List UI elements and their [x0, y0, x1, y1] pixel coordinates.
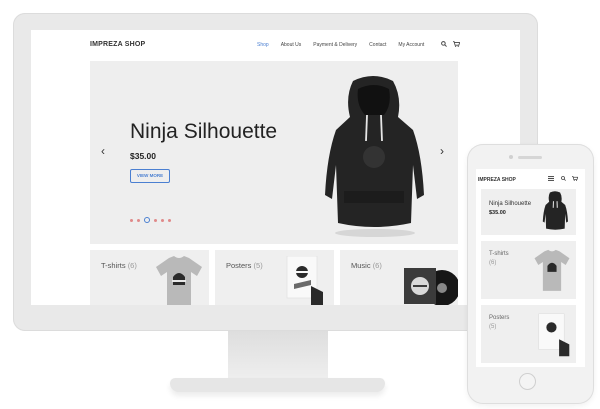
- menu-icon[interactable]: [548, 176, 554, 183]
- category-name: Music: [351, 261, 371, 270]
- nav-item-shop[interactable]: Shop: [257, 42, 269, 48]
- search-icon[interactable]: [561, 176, 566, 183]
- monitor-base: [170, 378, 385, 392]
- mobile-category-tshirts[interactable]: T-shirts (6): [481, 241, 576, 299]
- category-name: Posters: [489, 315, 510, 321]
- category-tile-tshirts[interactable]: T-shirts (6): [90, 250, 209, 305]
- nav-item-my-account[interactable]: My Account: [398, 42, 424, 48]
- phone-speaker: [518, 156, 542, 159]
- slider-dot[interactable]: [161, 218, 164, 222]
- search-icon[interactable]: [441, 41, 447, 49]
- view-more-button[interactable]: VIEW MORE: [130, 169, 170, 183]
- category-name: Posters: [226, 261, 252, 270]
- category-name: T-shirts: [489, 251, 509, 257]
- slider-dot[interactable]: [168, 218, 171, 222]
- site-logo[interactable]: IMPREZA SHOP: [90, 41, 145, 48]
- category-count: (6): [127, 261, 137, 270]
- phone-home-button[interactable]: [519, 373, 536, 390]
- nav-item-contact[interactable]: Contact: [369, 42, 386, 48]
- hoodie-product-image: [325, 76, 424, 237]
- cart-icon[interactable]: [572, 176, 579, 183]
- nav-item-about-us[interactable]: About Us: [281, 42, 302, 48]
- hoodie-thumbnail: [542, 191, 568, 230]
- nav-item-payment-delivery[interactable]: Payment & Delivery: [313, 42, 357, 48]
- category-label: Posters (5): [226, 261, 263, 270]
- desktop-screen: IMPREZA SHOP Shop About Us Payment & Del…: [31, 30, 520, 305]
- poster-image: [286, 256, 323, 305]
- hero-title: Ninja Silhouette: [130, 120, 278, 143]
- category-tile-music[interactable]: Music (6): [340, 250, 458, 305]
- category-label: T-shirts (6): [101, 261, 137, 270]
- mobile-product-card[interactable]: Ninja Silhouette $35.00: [481, 189, 576, 235]
- phone-camera: [509, 155, 513, 159]
- cart-icon[interactable]: [453, 41, 461, 49]
- slider-dot[interactable]: [154, 218, 157, 222]
- slider-next-arrow[interactable]: ›: [440, 145, 444, 157]
- category-count: (6): [489, 260, 497, 266]
- poster-thumbnail: [538, 313, 570, 357]
- slider-dot-active[interactable]: [144, 217, 150, 223]
- mobile-category-posters[interactable]: Posters (5): [481, 305, 576, 363]
- main-nav: Shop About Us Payment & Delivery Contact…: [257, 42, 436, 48]
- category-count: (5): [253, 261, 263, 270]
- slider-dots: [130, 217, 171, 223]
- hero-price: $35.00: [130, 151, 156, 161]
- product-title: Ninja Silhouette: [489, 201, 532, 207]
- product-price: $35.00: [489, 210, 506, 216]
- tshirt-image: [156, 256, 202, 305]
- vinyl-record-image: [404, 268, 458, 305]
- category-name: T-shirts: [101, 261, 126, 270]
- slider-dot[interactable]: [137, 218, 140, 222]
- monitor-stand: [228, 331, 328, 381]
- category-count: (5): [489, 324, 497, 330]
- mobile-screen: IMPREZA SHOP Ninja Silhouette $35.00 T-s…: [476, 169, 585, 367]
- category-tile-posters[interactable]: Posters (5): [215, 250, 334, 305]
- category-label: Music (6): [351, 261, 382, 270]
- slider-dot[interactable]: [130, 218, 133, 222]
- tshirt-thumbnail: [534, 249, 570, 291]
- slider-prev-arrow[interactable]: ‹: [101, 145, 105, 157]
- category-count: (6): [372, 261, 382, 270]
- hero-slider: ‹ › Ninja Silhouette $35.00 VIEW MORE: [90, 61, 458, 244]
- mobile-site-logo[interactable]: IMPREZA SHOP: [478, 177, 516, 183]
